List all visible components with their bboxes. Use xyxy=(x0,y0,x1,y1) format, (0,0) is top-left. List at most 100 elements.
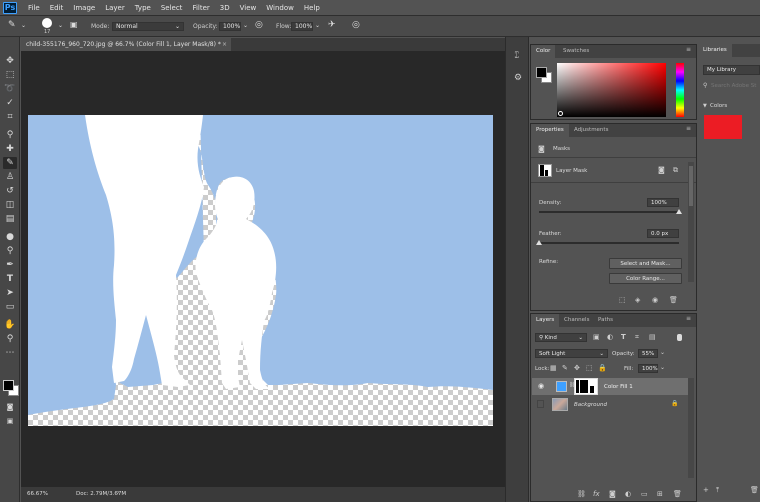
tab-color[interactable]: Color xyxy=(531,45,556,58)
pixel-filter-icon[interactable]: ▣ xyxy=(593,333,600,341)
hand-tool-icon[interactable]: ✋ xyxy=(3,319,17,331)
apply-mask-icon[interactable]: ◈ xyxy=(635,296,640,304)
eraser-tool-icon[interactable]: ◫ xyxy=(3,199,17,211)
brush-preview[interactable] xyxy=(42,18,52,28)
add-icon[interactable]: + xyxy=(703,486,709,494)
lock-position-icon[interactable]: ✥ xyxy=(574,364,580,372)
blur-tool-icon[interactable]: ● xyxy=(3,231,17,243)
feather-slider[interactable] xyxy=(539,242,679,244)
brush-tool-icon[interactable]: ✎ xyxy=(3,157,17,169)
panel-menu-icon[interactable]: ≡ xyxy=(686,126,692,133)
healing-tool-icon[interactable]: ✚ xyxy=(3,143,17,155)
color-range-button[interactable]: Color Range... xyxy=(609,273,682,284)
chevron-down-icon[interactable]: ⌄ xyxy=(243,22,248,29)
type-filter-icon[interactable]: T xyxy=(621,333,626,341)
quick-select-tool-icon[interactable]: ✓ xyxy=(3,97,17,109)
foreground-color-swatch[interactable] xyxy=(3,380,14,391)
pressure-size-icon[interactable]: ◎ xyxy=(352,20,360,30)
close-icon[interactable]: × xyxy=(222,38,227,51)
density-slider-thumb[interactable] xyxy=(676,209,682,214)
library-search-input[interactable] xyxy=(711,81,759,90)
scrollbar-thumb[interactable] xyxy=(689,166,693,206)
menu-layer[interactable]: Layer xyxy=(100,4,130,12)
fg-color-swatch[interactable] xyxy=(536,67,547,78)
move-tool-icon[interactable]: ✥ xyxy=(3,55,17,67)
trash-icon[interactable]: 🗑 xyxy=(673,490,682,498)
brush-panel-icon[interactable]: ▣ xyxy=(70,20,78,29)
color-field[interactable] xyxy=(557,63,666,117)
menu-image[interactable]: Image xyxy=(68,4,100,12)
mode-select[interactable]: Normal ⌄ xyxy=(112,22,184,31)
menu-filter[interactable]: Filter xyxy=(187,4,214,12)
crop-tool-icon[interactable]: ⌗ xyxy=(3,111,17,123)
add-mask-icon[interactable]: ◙ xyxy=(609,490,616,498)
chevron-down-icon[interactable]: ⌄ xyxy=(21,22,26,29)
layer-row-color-fill[interactable]: ◉ ⛓ Color Fill 1 xyxy=(532,378,688,395)
history-brush-icon[interactable]: ↺ xyxy=(3,185,17,197)
adjustment-layer-icon[interactable]: ◐ xyxy=(625,490,631,498)
adjustment-filter-icon[interactable]: ◐ xyxy=(607,333,613,341)
document-canvas[interactable] xyxy=(28,115,493,426)
menu-edit[interactable]: Edit xyxy=(45,4,69,12)
type-tool-icon[interactable]: T xyxy=(3,273,17,285)
tab-paths[interactable]: Paths xyxy=(593,314,618,327)
library-color-swatch[interactable] xyxy=(704,115,742,139)
opacity-input[interactable]: 100% xyxy=(219,22,241,31)
fill-input[interactable]: 100% xyxy=(638,364,658,373)
menu-file[interactable]: File xyxy=(23,4,45,12)
color-picker-ring[interactable] xyxy=(558,111,563,116)
stamp-tool-icon[interactable]: ♙ xyxy=(3,171,17,183)
panel-menu-icon[interactable]: ≡ xyxy=(686,316,692,323)
density-slider[interactable] xyxy=(539,211,679,213)
panel-menu-icon[interactable]: ≡ xyxy=(686,47,692,54)
lasso-tool-icon[interactable]: ➰ xyxy=(3,83,17,95)
trash-icon[interactable]: 🗑 xyxy=(669,296,678,304)
chevron-right-icon[interactable]: › xyxy=(117,490,119,496)
tab-channels[interactable]: Channels xyxy=(559,314,594,327)
upload-icon[interactable]: ⤒ xyxy=(716,486,719,495)
layer-opacity-input[interactable]: 55% xyxy=(638,349,658,358)
layer-name[interactable]: Color Fill 1 xyxy=(604,384,633,390)
feather-input[interactable]: 0.0 px xyxy=(647,229,679,238)
visibility-toggle-off[interactable] xyxy=(537,400,544,408)
pen-tool-icon[interactable]: ✒ xyxy=(3,259,17,271)
zoom-tool-icon[interactable]: ⚲ xyxy=(3,333,17,345)
menu-type[interactable]: Type xyxy=(130,4,156,12)
menu-window[interactable]: Window xyxy=(261,4,299,12)
menu-help[interactable]: Help xyxy=(299,4,325,12)
lock-transparent-icon[interactable]: ▦ xyxy=(550,364,557,372)
tab-properties[interactable]: Properties xyxy=(531,124,569,137)
brush-tool-icon[interactable]: ✎ xyxy=(8,20,16,30)
smart-object-filter-icon[interactable]: ▤ xyxy=(649,333,656,341)
kind-filter-select[interactable]: ⚲ Kind ⌄ xyxy=(535,333,587,342)
trash-icon[interactable]: 🗑 xyxy=(750,486,759,494)
vector-mask-icon[interactable]: ⧉ xyxy=(673,166,678,175)
tab-swatches[interactable]: Swatches xyxy=(558,45,594,58)
chevron-down-icon[interactable]: ⌄ xyxy=(58,22,63,29)
lock-all-icon[interactable]: 🔒 xyxy=(598,364,607,372)
chevron-down-icon[interactable]: ⌄ xyxy=(660,364,665,371)
eye-icon[interactable]: ◉ xyxy=(538,382,544,390)
lock-artboard-icon[interactable]: ⬚ xyxy=(586,364,593,372)
menu-select[interactable]: Select xyxy=(156,4,188,12)
hue-slider[interactable] xyxy=(676,63,684,117)
tab-adjustments[interactable]: Adjustments xyxy=(569,124,613,137)
scrollbar[interactable] xyxy=(688,162,694,282)
gradient-tool-icon[interactable]: ▤ xyxy=(3,213,17,225)
marquee-tool-icon[interactable]: ⬚ xyxy=(3,69,17,81)
lock-pixels-icon[interactable]: ✎ xyxy=(562,364,568,372)
menu-3d[interactable]: 3D xyxy=(215,4,235,12)
select-mask-icon[interactable]: ◙ xyxy=(658,166,665,174)
fx-icon[interactable]: fx xyxy=(593,490,600,498)
layer-mask-thumbnail[interactable] xyxy=(574,378,598,395)
screen-mode-icon[interactable]: ▣ xyxy=(3,415,17,427)
rectangle-tool-icon[interactable]: ▭ xyxy=(3,301,17,313)
shape-filter-icon[interactable]: ⌗ xyxy=(635,333,639,342)
group-folder-icon[interactable]: ▭ xyxy=(641,490,648,498)
tab-libraries[interactable]: Libraries xyxy=(698,44,732,57)
more-tools-icon[interactable]: ⋯ xyxy=(3,347,17,359)
select-and-mask-button[interactable]: Select and Mask... xyxy=(609,258,682,269)
layer-name[interactable]: Background xyxy=(574,402,607,408)
library-select[interactable]: My Library xyxy=(703,65,760,75)
tab-layers[interactable]: Layers xyxy=(531,314,560,327)
